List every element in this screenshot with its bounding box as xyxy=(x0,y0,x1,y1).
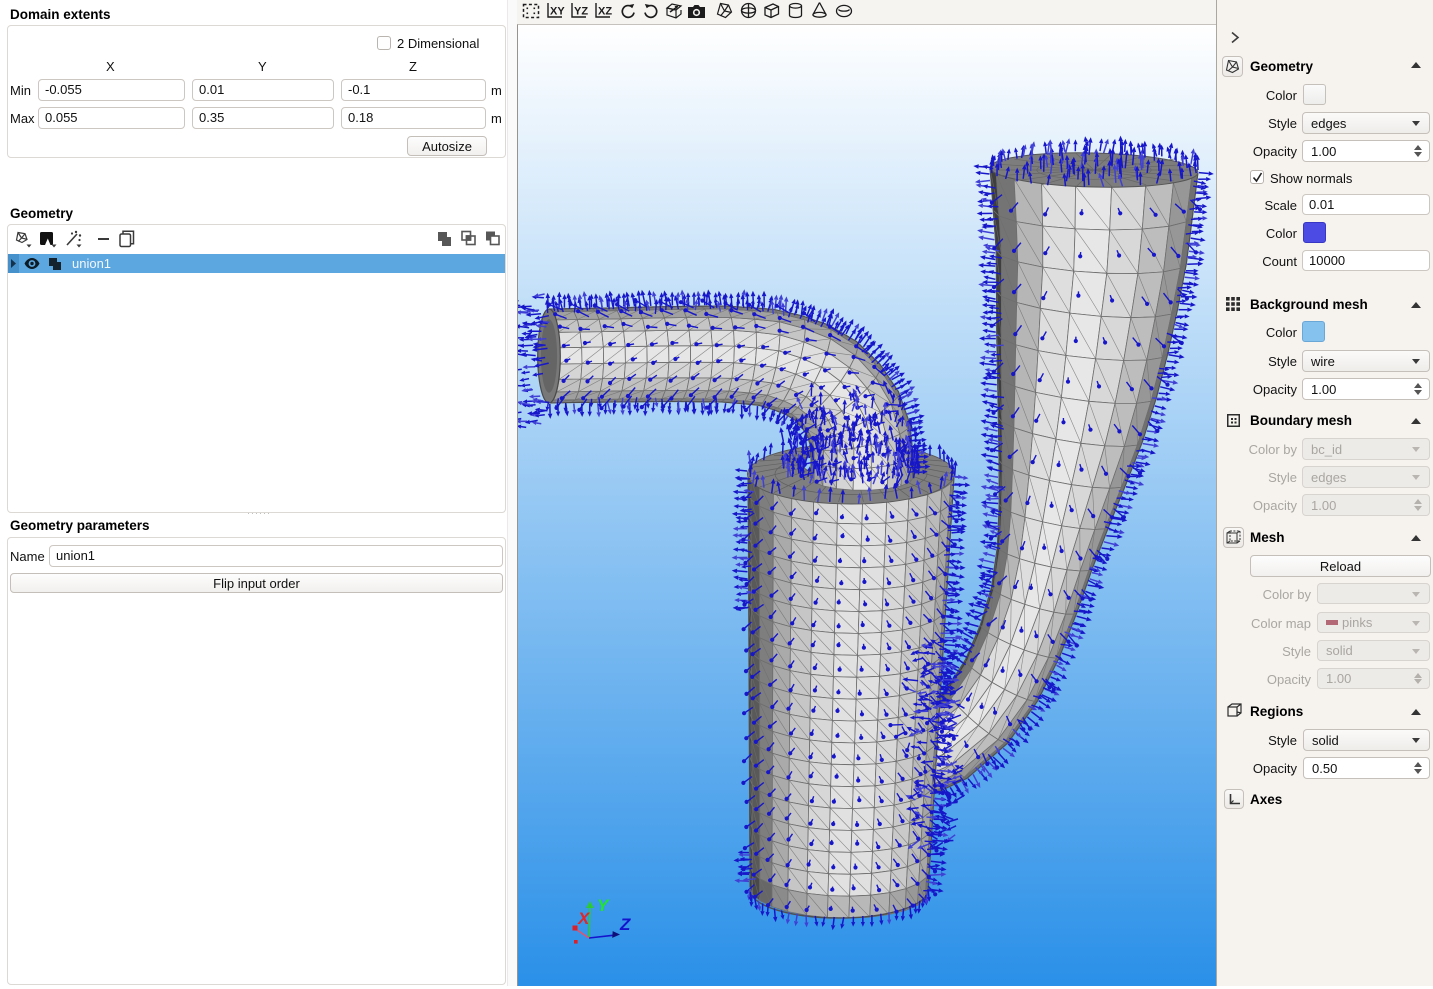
svg-text:XY: XY xyxy=(550,6,565,18)
svg-text:YZ: YZ xyxy=(574,6,588,18)
svg-text:Z: Z xyxy=(619,915,631,934)
svg-text:XZ: XZ xyxy=(598,6,612,18)
svg-text:X: X xyxy=(577,909,591,928)
svg-text:Y: Y xyxy=(597,896,610,915)
